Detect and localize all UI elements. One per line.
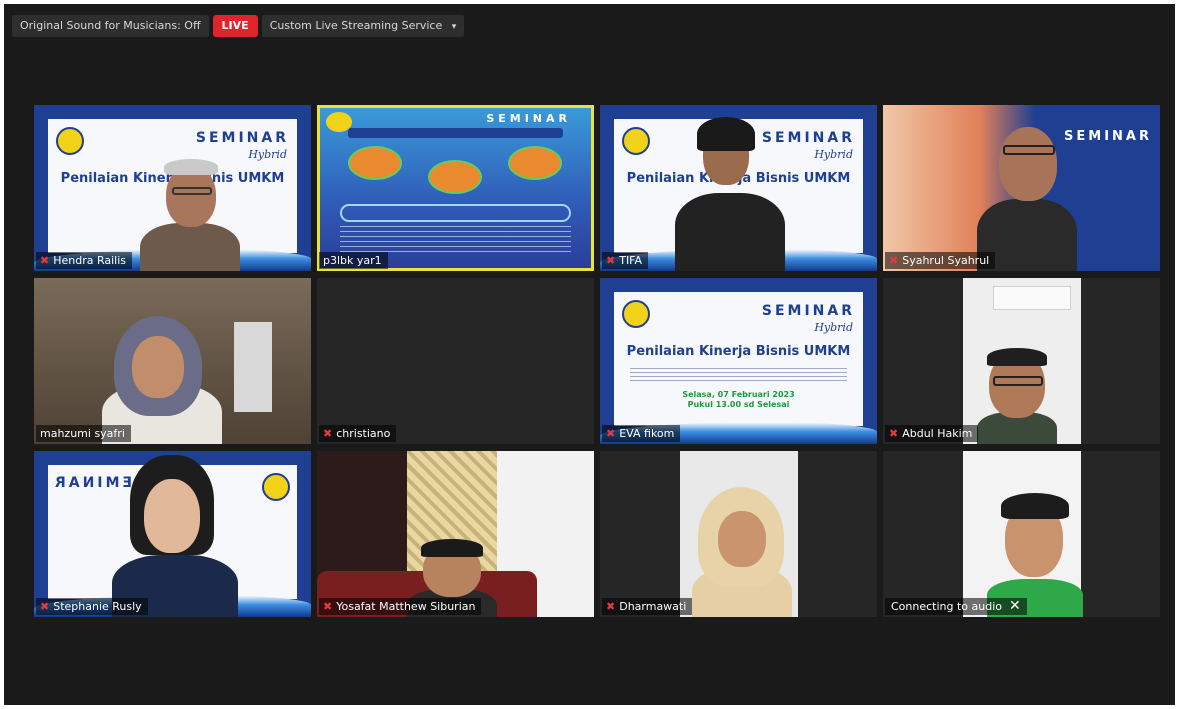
participant-tile[interactable]: Connecting to audio ✕ xyxy=(883,451,1160,617)
participant-tile[interactable]: ✖ Dharmawati xyxy=(600,451,877,617)
slide-date-line: Selasa, 07 Februari 2023 xyxy=(682,390,795,399)
participant-tile[interactable]: ✖ Abdul Hakim xyxy=(883,278,1160,444)
participant-tile[interactable]: SEMINAR ✖ Syahrul Syahrul xyxy=(883,105,1160,271)
participant-tile[interactable]: SEMINAR Hybrid Penilaian Kinerja Bisnis … xyxy=(34,105,311,271)
streaming-service-label: Custom Live Streaming Service xyxy=(269,19,443,32)
slide-hybrid-text: Hybrid xyxy=(248,148,287,161)
chevron-down-icon: ▾ xyxy=(451,22,457,32)
original-sound-button[interactable]: Original Sound for Musicians: Off xyxy=(12,15,209,37)
participant-name-bar: ✖ Hendra Railis xyxy=(36,252,133,269)
seminar-slide: SEMINAR Hybrid Penilaian Kinerja Bisnis … xyxy=(600,278,877,444)
participant-tile-active-speaker[interactable]: SEMINAR p3lbk yar1 xyxy=(317,105,594,271)
mic-muted-icon: ✖ xyxy=(323,427,333,440)
mic-muted-icon: ✖ xyxy=(40,254,50,267)
university-logo xyxy=(622,127,650,155)
participant-name-bar: ✖ Yosafat Matthew Siburian xyxy=(319,598,482,615)
slide-seminar-heading: SEMINAR xyxy=(195,130,289,146)
participant-name-bar: p3lbk yar1 xyxy=(319,252,388,269)
participant-name: Connecting to audio xyxy=(891,600,1003,613)
slide-seminar-heading: SEMINAR xyxy=(761,130,855,146)
participant-name-bar: ✖ Stephanie Rusly xyxy=(36,598,148,615)
participant-name: Dharmawati xyxy=(619,600,687,613)
mic-muted-icon: ✖ xyxy=(889,254,899,267)
participant-name-bar: ✖ Abdul Hakim xyxy=(885,425,979,442)
participant-tile[interactable]: ✖ christiano xyxy=(317,278,594,444)
participant-name: EVA fikom xyxy=(619,427,675,440)
participant-name: christiano xyxy=(336,427,391,440)
slide-seminar-heading: SEMINAR xyxy=(1064,129,1152,144)
participant-name-bar: ✖ christiano xyxy=(319,425,397,442)
mic-muted-icon: ✖ xyxy=(889,427,899,440)
mic-muted-icon: ✖ xyxy=(606,254,616,267)
participant-tile[interactable]: SEMINAR Hybrid Penilaian Kinerja Bisnis … xyxy=(600,278,877,444)
university-logo xyxy=(622,300,650,328)
participant-name-bar: ✖ Dharmawati xyxy=(602,598,693,615)
close-icon[interactable]: ✕ xyxy=(1009,598,1021,615)
live-badge[interactable]: LIVE xyxy=(212,15,258,37)
poster-seminar-heading: SEMINAR xyxy=(486,112,571,125)
participant-name-bar: Connecting to audio ✕ xyxy=(885,598,1027,615)
participant-name-bar: ✖ TIFA xyxy=(602,252,649,269)
participant-name-bar: ✖ Syahrul Syahrul xyxy=(885,252,996,269)
participant-name: mahzumi syafri xyxy=(40,427,125,440)
slide-title: Penilaian Kinerja Bisnis UMKM xyxy=(626,344,851,359)
participant-name: Abdul Hakim xyxy=(902,427,973,440)
mic-muted-icon: ✖ xyxy=(606,600,616,613)
participant-name: p3lbk yar1 xyxy=(323,254,382,267)
participant-name: Syahrul Syahrul xyxy=(902,254,990,267)
participant-name: Yosafat Matthew Siburian xyxy=(336,600,476,613)
meeting-window: Original Sound for Musicians: Off LIVE C… xyxy=(4,4,1175,705)
slide-hybrid-text: Hybrid xyxy=(814,321,853,334)
mic-muted-icon: ✖ xyxy=(40,600,50,613)
participant-name: Hendra Railis xyxy=(53,254,127,267)
shared-poster: SEMINAR xyxy=(320,108,591,268)
participant-tile[interactable]: SEMINAR ✖ Stephanie Rusly xyxy=(34,451,311,617)
slide-time-line: Pukul 13.00 sd Selesai xyxy=(687,400,790,409)
participant-name: TIFA xyxy=(619,254,643,267)
top-toolbar: Original Sound for Musicians: Off LIVE C… xyxy=(12,14,465,38)
participant-name-bar: mahzumi syafri xyxy=(36,425,131,442)
slide-seminar-heading: SEMINAR xyxy=(761,303,855,319)
slide-hybrid-text: Hybrid xyxy=(814,148,853,161)
mic-muted-icon: ✖ xyxy=(323,600,333,613)
slide-date: Selasa, 07 Februari 2023 Pukul 13.00 sd … xyxy=(600,390,877,410)
university-logo xyxy=(56,127,84,155)
participant-name: Stephanie Rusly xyxy=(53,600,142,613)
streaming-service-dropdown[interactable]: Custom Live Streaming Service ▾ xyxy=(261,15,465,37)
participant-tile[interactable]: SEMINAR Hybrid Penilaian Kinerja Bisnis … xyxy=(600,105,877,271)
participant-tile[interactable]: ✖ Yosafat Matthew Siburian xyxy=(317,451,594,617)
participant-tile[interactable]: mahzumi syafri xyxy=(34,278,311,444)
participant-name-bar: ✖ EVA fikom xyxy=(602,425,681,442)
mic-muted-icon: ✖ xyxy=(606,427,616,440)
